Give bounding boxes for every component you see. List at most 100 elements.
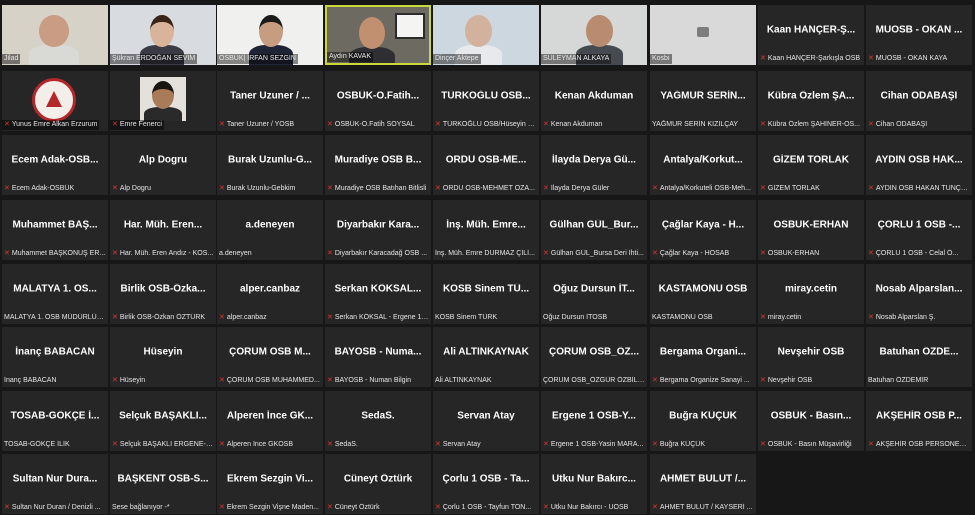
- participant-tile[interactable]: İnş. Müh. Emre... İnş. Müh. Emre DURMAZ Ç…: [433, 200, 539, 260]
- participant-tile[interactable]: Sultan Nur Dura... ✕ Sultan Nur Duran / De…: [2, 454, 108, 514]
- participant-caption-text: Diyarbakır Karacadağ OSB ...: [334, 250, 428, 257]
- participant-tile[interactable]: Utku Nur Bakırc... ✕ Utku Nur Bakırcı - UO…: [541, 454, 647, 514]
- participant-caption: ✕ Alp Dogru: [112, 184, 214, 194]
- participant-tile[interactable]: Hüseyin ✕ Hüseyin: [110, 327, 216, 387]
- muted-mic-icon: ✕: [543, 121, 549, 128]
- participant-tile[interactable]: Servan Atay ✕ Servan Atay: [433, 391, 539, 451]
- muted-mic-icon: ✕: [219, 377, 225, 384]
- participant-tile[interactable]: ORDU OSB-ME... ✕ ORDU OSB-MEHMET OZA...: [433, 135, 539, 195]
- participant-tile[interactable]: ✕ Yunus Emre Alkan Erzurum: [2, 71, 108, 131]
- participant-tile[interactable]: YAĞMUR SERİN... YAĞMUR SERİN KIZILÇAY: [650, 71, 756, 131]
- participant-tile[interactable]: Çağlar Kaya - H... ✕ Çağlar Kaya - HOSAB: [650, 200, 756, 260]
- participant-tile[interactable]: Kenan Akduman ✕ Kenan Akduman: [541, 71, 647, 131]
- participant-tile[interactable]: ÇORLU 1 OSB -... ✕ ÇORLU 1 OSB - Celal Ö..…: [866, 200, 972, 260]
- participant-tile[interactable]: MALATYA 1. OS... MALATYA 1. OSB MÜDÜRLÜĞÜ: [2, 264, 108, 324]
- participant-tile[interactable]: SÜLEYMAN ALKAYA: [541, 5, 647, 65]
- participant-tile[interactable]: Kosbi: [650, 5, 756, 65]
- person-head: [150, 15, 174, 47]
- participant-caption: ✕ OSBÜK - Basın Müşavirliği: [760, 440, 862, 450]
- participant-tile[interactable]: Antalya/Korkut... ✕ Antalya/Korkuteli OSB-…: [650, 135, 756, 195]
- participant-tile[interactable]: Buğra KÜÇÜK ✕ Buğra KÜÇÜK: [650, 391, 756, 451]
- participant-caption: a.deneyen: [219, 249, 321, 259]
- participant-tile[interactable]: BAŞKENT OSB-S... Sese bağlanıyor -*: [110, 454, 216, 514]
- participant-tile[interactable]: Alp Dogru ✕ Alp Dogru: [110, 135, 216, 195]
- participant-tile[interactable]: Alperen İnce GK... ✕ Alperen İnce GKOSB: [217, 391, 323, 451]
- participant-tile[interactable]: Bergama Organi... ✕ Bergama Organize Sanay…: [650, 327, 756, 387]
- participant-tile[interactable]: alper.canbaz ✕ alper.canbaz: [217, 264, 323, 324]
- participant-tile[interactable]: SedaS. ✕ SedaS.: [325, 391, 431, 451]
- participant-name: Kaan HANÇER-Ş...: [766, 24, 856, 36]
- participant-tile[interactable]: GİZEM TORLAK ✕ GİZEM TORLAK: [758, 135, 864, 195]
- participant-tile[interactable]: Kübra Özlem ŞA... ✕ Kübra Özlem ŞAHİNER-OS…: [758, 71, 864, 131]
- participant-tile[interactable]: Birlik OSB-Özka... ✕ Birlik OSB-Özkan ÖZTÜ…: [110, 264, 216, 324]
- participant-caption: ✕ alper.canbaz: [219, 313, 321, 323]
- participant-caption: Dinçer Aktepe: [433, 54, 481, 64]
- participant-tile[interactable]: miray.cetin ✕ miray.cetin: [758, 264, 864, 324]
- participant-tile[interactable]: ✕ Emre Fenerci: [110, 71, 216, 131]
- participant-tile[interactable]: a.deneyen a.deneyen: [217, 200, 323, 260]
- participant-tile[interactable]: Har. Müh. Eren... ✕ Har. Müh. Eren Andız -…: [110, 200, 216, 260]
- participant-caption: ✕ Emre Fenerci: [110, 120, 164, 130]
- participant-tile[interactable]: Jilad: [2, 5, 108, 65]
- participant-caption: ✕ Çorlu 1 OSB - Tayfun TON...: [435, 503, 537, 513]
- participant-tile[interactable]: Batuhan ÖZDE... Batuhan ÖZDEMİR: [866, 327, 972, 387]
- participant-tile[interactable]: MUOSB - OKAN ... ✕ MUOSB - OKAN KAYA: [866, 5, 972, 65]
- participant-tile[interactable]: Aydın KAVAK: [325, 5, 431, 65]
- participant-caption-text: ÇORUM OSB MUHAMMED...: [226, 377, 320, 384]
- participant-tile[interactable]: Muhammet BAŞ... ✕ Muhammet BAŞKONUŞ ER...: [2, 200, 108, 260]
- participant-caption-text: OSBÜK - Basın Müşavirliği: [767, 441, 852, 448]
- participant-tile[interactable]: BAYOSB - Numa... ✕ BAYOSB - Numan Bilgin: [325, 327, 431, 387]
- participant-name: İlayda Derya Gü...: [552, 154, 636, 166]
- participant-tile[interactable]: AHMET BULUT /... ✕ AHMET BULUT / KAYSERİ .…: [650, 454, 756, 514]
- participant-tile[interactable]: Cihan ODABAŞI ✕ Cihan ODABAŞI: [866, 71, 972, 131]
- participant-tile[interactable]: OSBÜK-O.Fatih... ✕ OSBÜK-O.Fatih SOYSAL: [325, 71, 431, 131]
- participant-tile[interactable]: Nosab Alparslan... ✕ Nosab Alparslan Ş.: [866, 264, 972, 324]
- participant-tile[interactable]: Cüneyt Öztürk ✕ Cüneyt Öztürk: [325, 454, 431, 514]
- participant-name: Çağlar Kaya - H...: [661, 219, 745, 231]
- participant-tile[interactable]: Ali ALTINKAYNAK Ali ALTINKAYNAK: [433, 327, 539, 387]
- participant-tile[interactable]: KOSB Sinem TÜ... KOSB Sinem TÜRK: [433, 264, 539, 324]
- participant-caption: ✕ AKŞEHİR OSB PERSONELİ ...: [868, 440, 970, 450]
- participant-tile[interactable]: Ergene 1 OSB-Y... ✕ Ergene 1 OSB-Yasin MAR…: [541, 391, 647, 451]
- participant-tile[interactable]: Ecem Adak-OSB... ✕ Ecem Adak-OSBÜK: [2, 135, 108, 195]
- participant-tile[interactable]: KASTAMONU OSB KASTAMONU OSB: [650, 264, 756, 324]
- participant-tile[interactable]: Oğuz Dursun İT... Oğuz Dursun İTOSB: [541, 264, 647, 324]
- muted-mic-icon: ✕: [760, 441, 766, 448]
- participant-tile[interactable]: OSBUK-ERHAN ✕ OSBUK-ERHAN: [758, 200, 864, 260]
- participant-name: Servan Atay: [457, 410, 515, 422]
- muted-mic-icon: ✕: [327, 121, 333, 128]
- participant-tile[interactable]: Serkan KÖKSAL... ✕ Serkan KÖKSAL - Ergene …: [325, 264, 431, 324]
- participant-tile[interactable]: TOSAB-GÖKÇE İ... TOSAB-GÖKÇE İLİK: [2, 391, 108, 451]
- participant-tile[interactable]: Selçuk BAŞAKLI... ✕ Selçuk BAŞAKLI ERGENE-…: [110, 391, 216, 451]
- participant-tile[interactable]: ÇORUM OSB M... ✕ ÇORUM OSB MUHAMMED...: [217, 327, 323, 387]
- participant-caption: ✕ Sultan Nur Duran / Denizli ...: [4, 503, 106, 513]
- participant-tile[interactable]: Şükran ERDOĞAN SEVİM: [110, 5, 216, 65]
- participant-tile[interactable]: Çorlu 1 OSB - Ta... ✕ Çorlu 1 OSB - Tayfun…: [433, 454, 539, 514]
- participant-name: GİZEM TORLAK: [773, 154, 849, 166]
- participant-tile[interactable]: TÜRKOĞLU OSB... ✕ TÜRKOĞLU OSB/Hüseyin Ş..…: [433, 71, 539, 131]
- participant-tile[interactable]: Dinçer Aktepe: [433, 5, 539, 65]
- participant-tile[interactable]: Ekrem Sezgin Vi... ✕ Ekrem Sezgin Vişne Ma…: [217, 454, 323, 514]
- participant-tile[interactable]: İlayda Derya Gü... ✕ İlayda Derya Güler: [541, 135, 647, 195]
- participant-tile[interactable]: Nevşehir OSB ✕ Nevşehir OSB: [758, 327, 864, 387]
- participant-tile[interactable]: ÇORUM OSB_ÖZ... ÇORUM OSB_ÖZGÜR ÖZBİLEN: [541, 327, 647, 387]
- participant-tile[interactable]: Gülhan GÜL_Bur... ✕ Gülhan GÜL_Bursa Deri …: [541, 200, 647, 260]
- participant-tile[interactable]: AKŞEHİR OSB P... ✕ AKŞEHİR OSB PERSONELİ .…: [866, 391, 972, 451]
- participant-name: Birlik OSB-Özka...: [120, 283, 206, 295]
- participant-name: Buğra KÜÇÜK: [669, 410, 737, 422]
- participant-name: Gülhan GÜL_Bur...: [549, 219, 639, 231]
- participant-tile[interactable]: Burak Uzunlu-G... ✕ Burak Uzunlu-Gebkim: [217, 135, 323, 195]
- participant-caption-text: Yunus Emre Alkan Erzurum: [11, 121, 98, 128]
- participant-tile[interactable]: İnanç BABACAN İnanç BABACAN: [2, 327, 108, 387]
- participant-tile[interactable]: Kaan HANÇER-Ş... ✕ Kaan HANÇER-Şarkışla OS…: [758, 5, 864, 65]
- participant-tile[interactable]: OSBÜK - Basın... ✕ OSBÜK - Basın Müşavirli…: [758, 391, 864, 451]
- participant-tile[interactable]: Taner Uzuner / ... ✕ Taner Uzuner / YOSB: [217, 71, 323, 131]
- participant-caption-text: Sultan Nur Duran / Denizli ...: [11, 504, 101, 511]
- muted-mic-icon: ✕: [219, 314, 225, 321]
- participant-tile[interactable]: Muradiye OSB B... ✕ Muradiye OSB Batıhan B…: [325, 135, 431, 195]
- person-body: [144, 107, 182, 121]
- participant-tile[interactable]: OSBÜK| İRFAN SEZGİN: [217, 5, 323, 65]
- participant-tile[interactable]: AYDIN OSB HAK... ✕ AYDIN OSB HAKAN TUNÇK..…: [866, 135, 972, 195]
- participant-name: ÇORLU 1 OSB -...: [877, 219, 961, 231]
- participant-tile[interactable]: Diyarbakır Kara... ✕ Diyarbakır Karacadağ …: [325, 200, 431, 260]
